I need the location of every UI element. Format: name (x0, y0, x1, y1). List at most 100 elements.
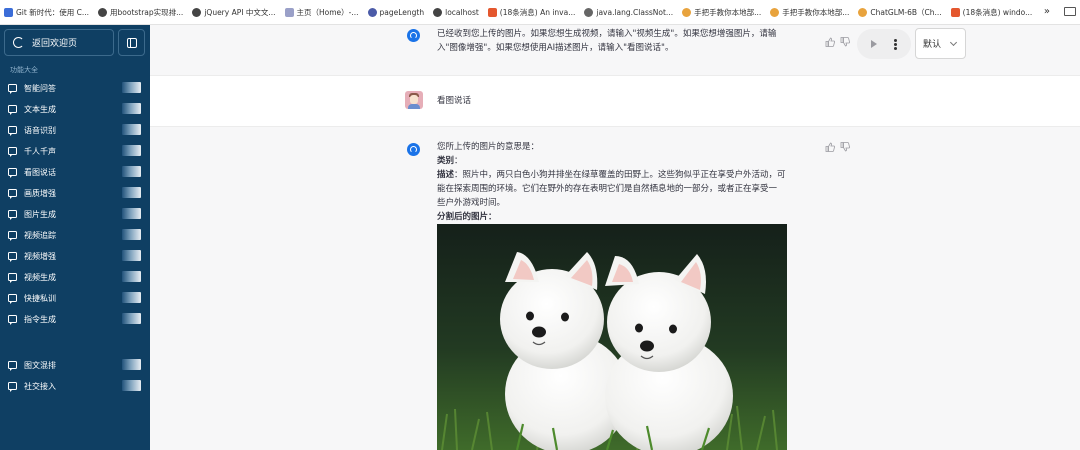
bookmarks-more-button[interactable]: » (1044, 6, 1050, 17)
bookmark-jquery[interactable]: jQuery API 中文文... (192, 7, 276, 18)
more-options-icon[interactable] (893, 38, 897, 50)
sidebar-item-label: 智能问答 (24, 83, 56, 93)
toggle-switch[interactable] (122, 166, 141, 177)
chat-bubble-icon (8, 210, 17, 220)
sidebar-item-image-gen[interactable]: 图片生成 (0, 204, 150, 224)
bookmark-deploy-2[interactable]: 手把手教你本地部... (770, 7, 849, 18)
toggle-switch[interactable] (122, 187, 141, 198)
thumbs-down-icon[interactable] (840, 37, 850, 47)
toggle-switch[interactable] (122, 292, 141, 303)
toggle-switch[interactable] (122, 271, 141, 282)
bot-avatar-icon (407, 29, 420, 42)
bookmark-csdn-1[interactable]: (18条消息) An inva... (487, 7, 575, 18)
chat-bubble-icon (8, 273, 17, 283)
chat-bubble-icon (8, 126, 17, 136)
chat-bubble-icon (8, 294, 17, 304)
sidebar-item-instruction-gen[interactable]: 指令生成 (0, 309, 150, 329)
bookmark-classnot[interactable]: java.lang.ClassNot... (584, 7, 673, 17)
bot-avatar-icon (407, 143, 420, 156)
bookmark-csdn-2[interactable]: (18条消息) windo... (950, 7, 1032, 18)
chat-bubble-icon (8, 168, 17, 178)
bookmark-deploy-1[interactable]: 手把手教你本地部... (682, 7, 761, 18)
user-message-text: 看图说话 (437, 96, 472, 106)
toggle-switch[interactable] (122, 229, 141, 240)
thumbs-up-icon[interactable] (825, 37, 835, 47)
sidebar-item-label: 看图说话 (24, 167, 56, 177)
sidebar-item-label: 图片生成 (24, 209, 56, 219)
segmented-puppies-image (437, 224, 787, 450)
sidebar-item-video-enhance[interactable]: 视频增强 (0, 246, 150, 266)
bookmark-bootstrap[interactable]: 用bootstrap实现排... (98, 7, 183, 18)
sidebar-item-mixed-layout[interactable]: 图文混排 (0, 355, 150, 375)
play-icon[interactable] (871, 40, 878, 48)
sidebar-item-speech[interactable]: 语音识别 (0, 120, 150, 140)
chat-bubble-icon (8, 84, 17, 94)
toggle-switch[interactable] (122, 380, 141, 391)
bookmark-chatglm[interactable]: ChatGLM-6B（Ch... (858, 7, 942, 18)
refresh-icon (13, 37, 24, 48)
sidebar-item-label: 快捷私训 (24, 293, 56, 303)
message-text: 您所上传的图片的意思是： 类别： 描述：照片中，两只白色小狗并排坐在绿草覆盖的田… (437, 140, 827, 224)
sidebar-item-label: 千人千声 (24, 146, 56, 156)
bookmark-home[interactable]: 主页（Home）-... (284, 7, 359, 18)
sidebar-item-enhance[interactable]: 画质增强 (0, 183, 150, 203)
section-title: 功能大全 (10, 66, 38, 74)
link-favicon-icon (584, 7, 594, 17)
sidebar-item-video-gen[interactable]: 视频生成 (0, 267, 150, 287)
bookmark-git[interactable]: Git 新时代：使用 C... (4, 7, 89, 18)
sidebar-item-text-gen[interactable]: 文本生成 (0, 99, 150, 119)
sidebar-item-smart-qa[interactable]: 智能问答 (0, 78, 150, 98)
back-to-welcome-label: 返回欢迎页 (32, 39, 78, 49)
bookmark-pagelength[interactable]: pageLength (367, 7, 424, 17)
category-line: 类别： (437, 156, 463, 166)
toggle-switch[interactable] (122, 103, 141, 114)
user-avatar (405, 91, 423, 109)
chat-area: 已经收到您上传的图片。如果您想生成视频，请输入"视频生成"。如果您想增强图片，请… (150, 25, 1080, 450)
thumbs-down-icon[interactable] (840, 142, 850, 152)
sidebar-panel-icon (126, 37, 137, 48)
sidebar-item-voices[interactable]: 千人千声 (0, 141, 150, 161)
chat-bubble-icon (8, 189, 17, 199)
sidebar: 返回欢迎页 功能大全 智能问答 文本生成 语音识别 千人千声 看图说话 画质增强… (0, 25, 150, 450)
sidebar-item-label: 视频生成 (24, 272, 56, 282)
folder-icon[interactable] (1064, 7, 1076, 16)
chat-bubble-icon (8, 361, 17, 371)
chat-bubble-icon (8, 231, 17, 241)
bot-message-upload-received: 已经收到您上传的图片。如果您想生成视频，请输入"视频生成"。如果您想增强图片，请… (150, 25, 1080, 76)
toggle-switch[interactable] (122, 208, 141, 219)
back-to-welcome-button[interactable]: 返回欢迎页 (4, 29, 114, 56)
audio-controls (857, 29, 911, 59)
sidebar-item-label: 语音识别 (24, 125, 56, 135)
sidebar-item-label: 社交接入 (24, 381, 56, 391)
sidebar-item-video-track[interactable]: 视频追踪 (0, 225, 150, 245)
sidebar-item-image-caption[interactable]: 看图说话 (0, 162, 150, 182)
bookmark-localhost[interactable]: localhost (433, 7, 479, 17)
chat-bubble-icon (8, 315, 17, 325)
chat-bubble-icon (8, 382, 17, 392)
chat-bubble-icon (8, 105, 17, 115)
toggle-switch[interactable] (122, 124, 141, 135)
sidebar-item-quick-train[interactable]: 快捷私训 (0, 288, 150, 308)
segmented-image-label: 分割后的图片： (437, 212, 497, 222)
message-text: 已经收到您上传的图片。如果您想生成视频，请输入"视频生成"。如果您想增强图片，请… (437, 29, 777, 53)
intro-text: 您所上传的图片的意思是： (437, 142, 540, 152)
datatables-favicon-icon (367, 7, 377, 17)
description-line: 描述：照片中，两只白色小狗并排坐在绿草覆盖的田野上。这些狗似乎正在享受户外活动，… (437, 170, 786, 180)
chrome-favicon-icon (770, 7, 780, 17)
toggle-switch[interactable] (122, 82, 141, 93)
toggle-switch[interactable] (122, 313, 141, 324)
toggle-switch[interactable] (122, 145, 141, 156)
sidebar-item-label: 文本生成 (24, 104, 56, 114)
wiki-favicon-icon (284, 7, 294, 17)
chrome-favicon-icon (682, 7, 692, 17)
sidebar-toggle-button[interactable] (118, 29, 145, 56)
toggle-switch[interactable] (122, 250, 141, 261)
sidebar-item-social[interactable]: 社交接入 (0, 376, 150, 396)
chat-bubble-icon (8, 147, 17, 157)
voice-select[interactable]: 默认 (915, 28, 966, 59)
voice-select-value: 默认 (923, 40, 942, 50)
sidebar-item-label: 视频增强 (24, 251, 56, 261)
sidebar-item-label: 指令生成 (24, 314, 56, 324)
sidebar-item-label: 视频追踪 (24, 230, 56, 240)
toggle-switch[interactable] (122, 359, 141, 370)
